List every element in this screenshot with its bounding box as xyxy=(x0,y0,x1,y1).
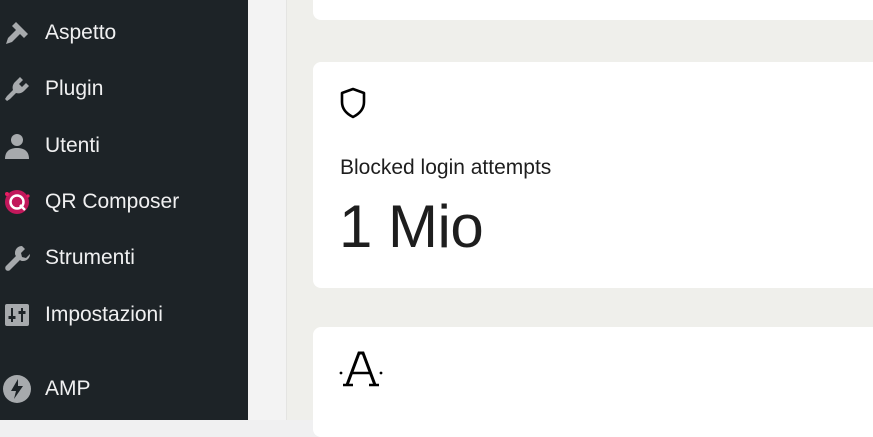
plugin-icon xyxy=(0,72,34,106)
sidebar-item-label: Aspetto xyxy=(45,21,117,44)
shield-icon xyxy=(339,86,367,120)
sidebar-item-strumenti[interactable]: Strumenti xyxy=(0,238,248,278)
sidebar-item-label: AMP xyxy=(45,377,91,400)
sidebar-item-label: QR Composer xyxy=(45,190,180,213)
top-card xyxy=(313,0,873,20)
stat-title: Blocked login attempts xyxy=(340,156,552,179)
font-card xyxy=(313,327,873,437)
amp-bolt-icon xyxy=(0,372,34,406)
sidebar-item-aspetto[interactable]: Aspetto xyxy=(0,13,248,53)
blocked-login-attempts-card: Blocked login attempts 1 Mio xyxy=(313,62,873,288)
wrench-icon xyxy=(0,241,34,275)
sidebar-item-impostazioni[interactable]: Impostazioni xyxy=(0,295,248,335)
stat-value: 1 Mio xyxy=(339,193,484,260)
sidebar-item-label: Strumenti xyxy=(45,246,135,269)
sidebar-item-utenti[interactable]: Utenti xyxy=(0,126,248,166)
sidebar-item-plugin[interactable]: Plugin xyxy=(0,69,248,109)
admin-sidebar: Aspetto Plugin Utenti QR Composer Strume… xyxy=(0,0,248,420)
sidebar-item-label: Utenti xyxy=(45,134,100,157)
sidebar-item-label: Impostazioni xyxy=(45,303,163,326)
users-icon xyxy=(0,129,34,163)
settings-sliders-icon xyxy=(0,298,34,332)
sidebar-item-qr-composer[interactable]: QR Composer xyxy=(0,182,248,222)
font-a-icon xyxy=(337,347,385,391)
sidebar-item-label: Plugin xyxy=(45,77,104,100)
content-gutter xyxy=(248,0,287,420)
sidebar-item-amp[interactable]: AMP xyxy=(0,369,248,409)
dashboard-content: Blocked login attempts 1 Mio xyxy=(287,0,873,437)
paintbrush-icon xyxy=(0,16,34,50)
qr-composer-logo-icon xyxy=(0,185,34,219)
